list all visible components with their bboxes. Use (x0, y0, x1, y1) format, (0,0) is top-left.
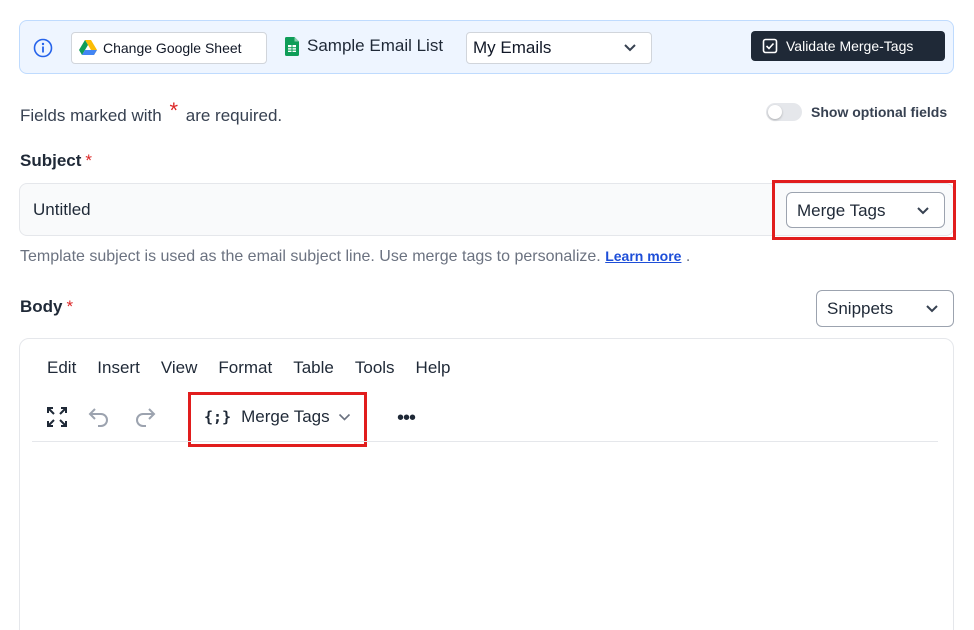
subject-value[interactable]: Untitled (33, 200, 91, 220)
snippets-label: Snippets (827, 299, 894, 318)
sheet-tab-selected: My Emails (473, 38, 552, 57)
toggle-knob (768, 105, 782, 119)
subject-helper-text: Template subject is used as the email su… (20, 248, 691, 265)
sheet-banner: Change Google Sheet Sample Email List My… (19, 20, 954, 74)
editor-merge-tags-button[interactable]: {;} Merge Tags (204, 405, 351, 429)
editor-merge-tags-label: Merge Tags (241, 407, 330, 426)
editor-menubar: Edit Insert View Format Table Tools Help (47, 358, 451, 378)
google-drive-icon (79, 40, 97, 55)
subject-label: Subject * (20, 151, 93, 170)
body-editor[interactable]: Edit Insert View Format Table Tools Help… (19, 338, 954, 630)
more-options-button[interactable]: ••• (397, 407, 416, 430)
menu-format[interactable]: Format (218, 358, 272, 378)
body-label: Body * (20, 297, 74, 316)
menu-insert[interactable]: Insert (97, 358, 140, 378)
menu-table[interactable]: Table (293, 358, 334, 378)
validate-merge-tags-label: Validate Merge-Tags (786, 38, 914, 54)
fullscreen-icon[interactable] (45, 405, 69, 429)
chevron-down-icon (917, 207, 929, 215)
menu-view[interactable]: View (161, 358, 198, 378)
toolbar-divider (32, 441, 938, 442)
info-icon[interactable] (33, 38, 53, 58)
show-optional-fields-label[interactable]: Show optional fields (811, 104, 947, 120)
learn-more-link[interactable]: Learn more (605, 248, 681, 264)
validate-merge-tags-button[interactable]: Validate Merge-Tags (751, 31, 945, 61)
google-sheets-icon (285, 37, 299, 56)
subject-merge-tags-label: Merge Tags (797, 201, 886, 220)
snippets-dropdown[interactable]: Snippets (816, 290, 954, 327)
show-optional-fields-toggle[interactable] (766, 103, 802, 121)
sheet-name: Sample Email List (307, 36, 444, 55)
change-google-sheet-label: Change Google Sheet (103, 40, 242, 56)
menu-help[interactable]: Help (416, 358, 451, 378)
menu-edit[interactable]: Edit (47, 358, 76, 378)
menu-tools[interactable]: Tools (355, 358, 395, 378)
change-google-sheet-button[interactable]: Change Google Sheet (71, 32, 267, 64)
check-square-icon (762, 38, 778, 54)
chevron-down-icon (624, 44, 636, 52)
undo-icon[interactable] (87, 405, 111, 429)
redo-icon[interactable] (133, 405, 157, 429)
required-asterisk: * (169, 98, 179, 123)
chevron-down-icon (338, 413, 350, 421)
subject-merge-tags-dropdown[interactable]: Merge Tags (786, 192, 945, 228)
required-fields-note: Fields marked with * are required. (20, 98, 283, 125)
chevron-down-icon (926, 305, 938, 313)
sheet-tab-select[interactable]: My Emails (466, 32, 652, 64)
merge-tags-braces-icon: {;} (204, 408, 232, 426)
